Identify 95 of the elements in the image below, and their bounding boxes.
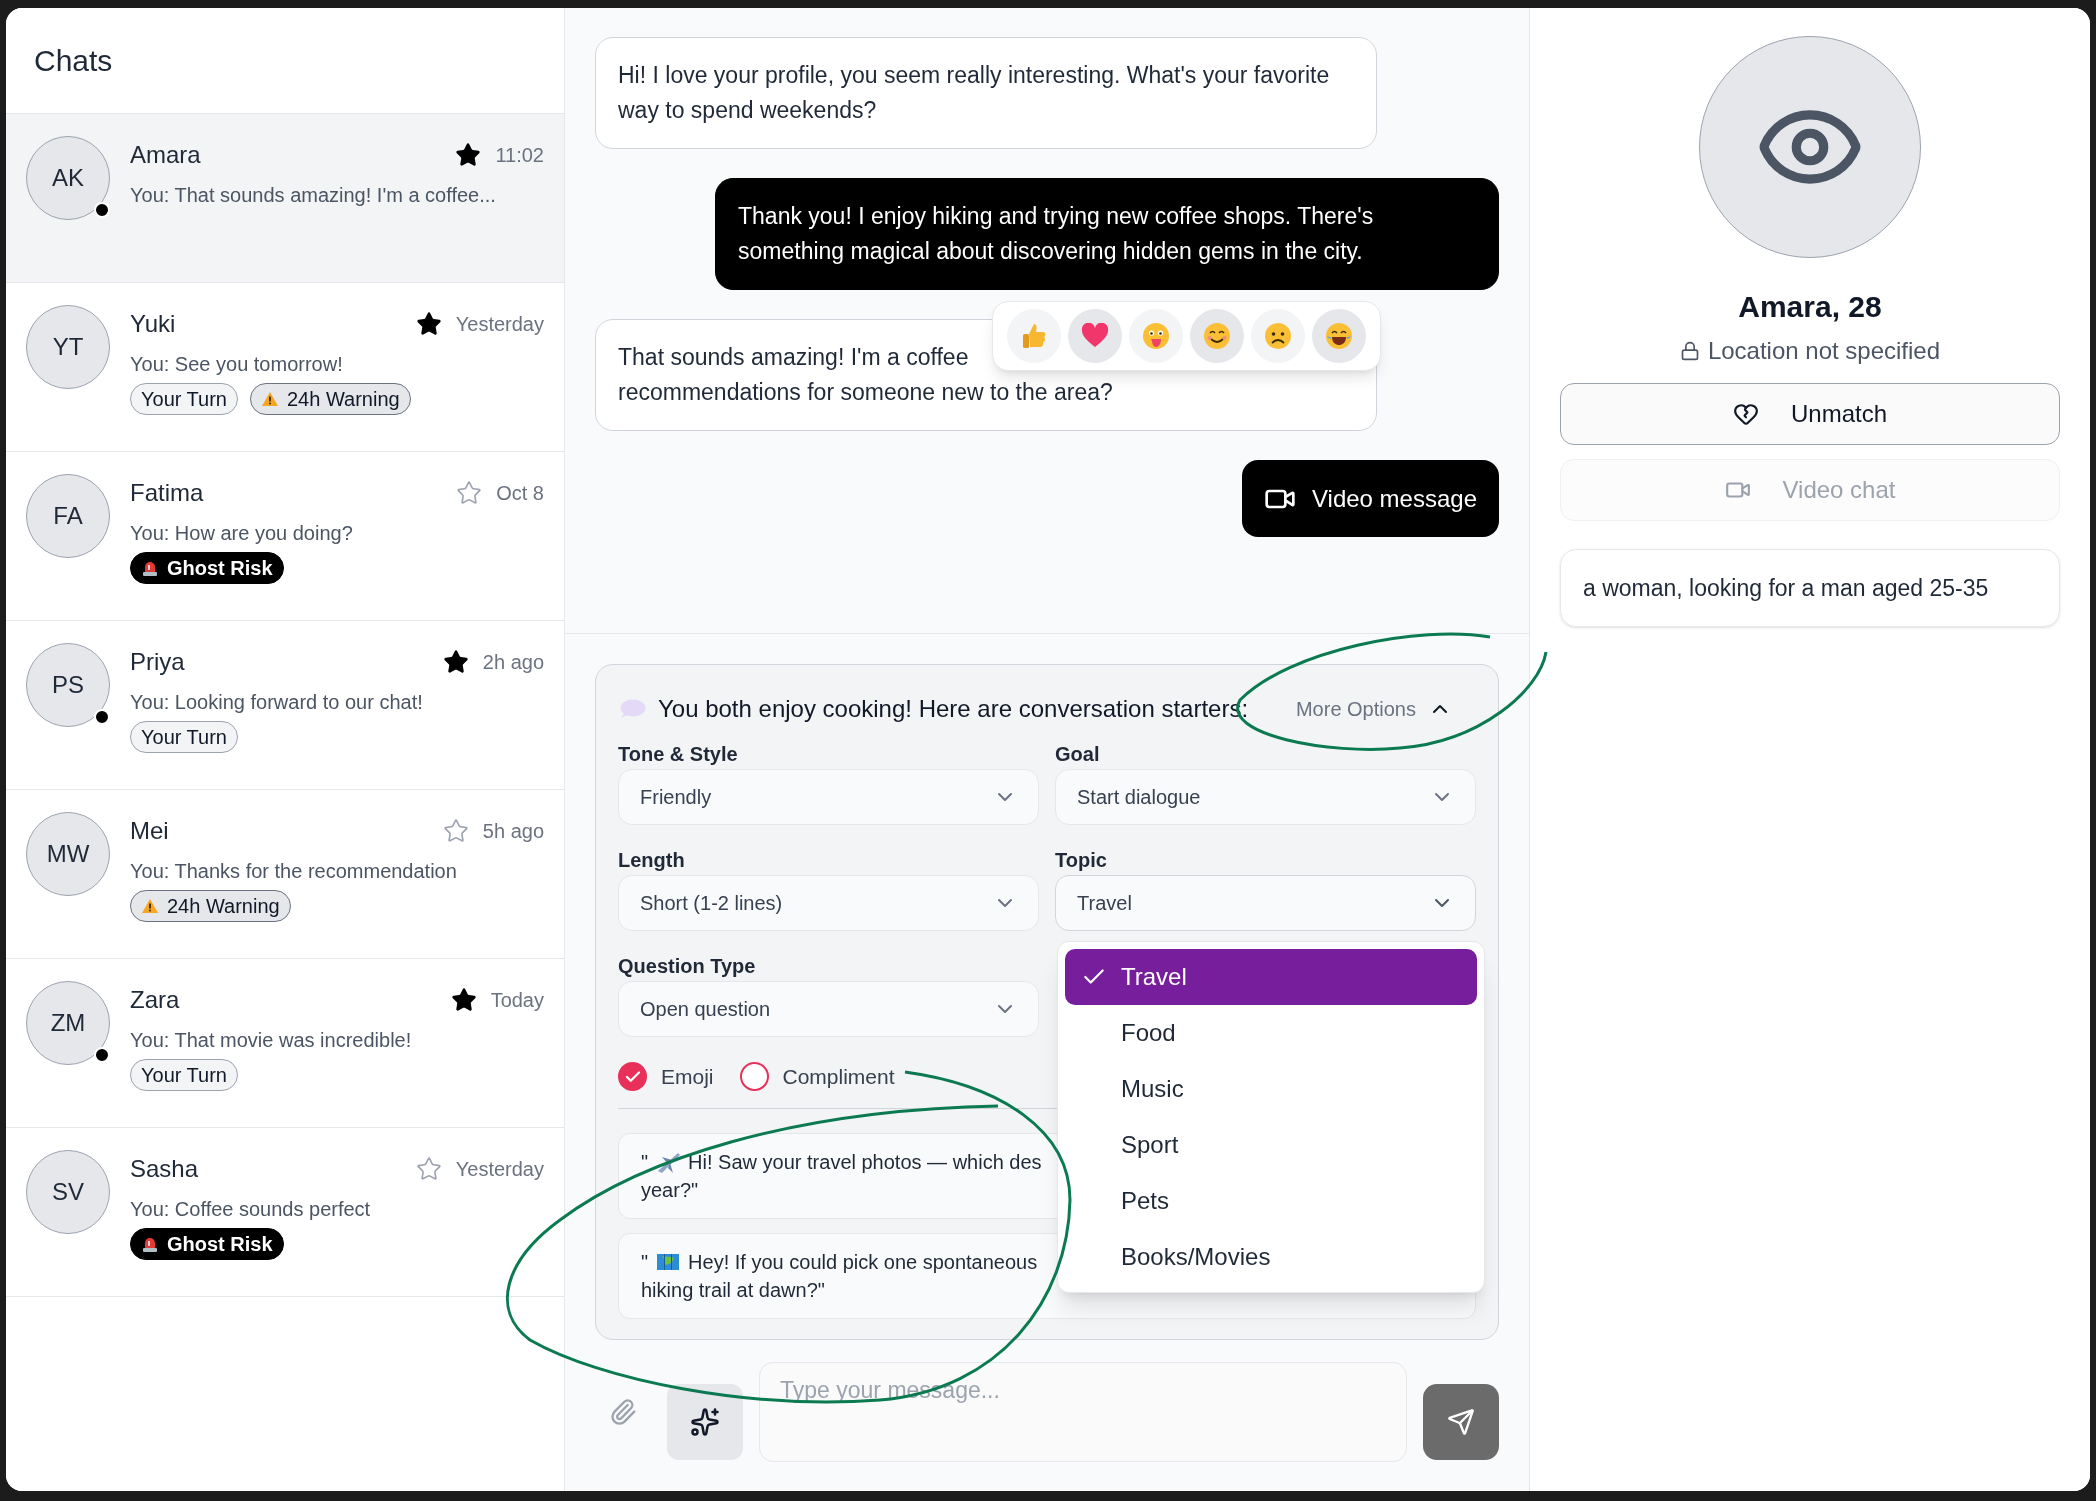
chat-time: 5h ago bbox=[482, 819, 544, 844]
contact-name: Mei bbox=[130, 816, 170, 846]
field-label: Topic bbox=[1055, 848, 1107, 873]
tongue-face-icon bbox=[1142, 322, 1170, 350]
avatar: MW bbox=[26, 812, 110, 896]
contact-name: Priya bbox=[130, 647, 186, 677]
warning-icon bbox=[261, 391, 279, 407]
status-badge: Your Turn bbox=[130, 721, 238, 753]
status-badge: 24h Warning bbox=[250, 383, 411, 415]
select-field[interactable]: Friendly bbox=[618, 769, 1039, 825]
chat-time: 11:02 bbox=[495, 143, 544, 168]
ai-assist-button[interactable] bbox=[667, 1384, 743, 1460]
select-field[interactable]: Travel bbox=[1055, 875, 1476, 931]
sad-face-icon bbox=[1264, 322, 1292, 350]
message-preview: You: See you tomorrow! bbox=[130, 352, 344, 377]
more-options-button[interactable]: More Options bbox=[1295, 694, 1452, 724]
chat-list-item[interactable]: AK Amara 11:02 You: That sounds amazing! I'm a coffee... bbox=[6, 114, 564, 283]
avatar: PS bbox=[26, 643, 110, 727]
warning-icon bbox=[141, 898, 159, 914]
checkbox[interactable] bbox=[739, 1062, 769, 1091]
star-icon[interactable] bbox=[455, 142, 482, 168]
chat-time: Oct 8 bbox=[496, 481, 544, 506]
field-label: Question Type bbox=[618, 954, 756, 979]
heart-icon bbox=[1081, 323, 1109, 349]
checkbox[interactable] bbox=[618, 1062, 647, 1091]
field-label: Goal bbox=[1055, 742, 1100, 767]
message-preview: You: That sounds amazing! I'm a coffee... bbox=[130, 183, 497, 208]
lock-icon bbox=[1679, 341, 1700, 361]
reaction-button[interactable] bbox=[1312, 309, 1366, 363]
message-text: That sounds amazing! I'm a coffee bbox=[618, 343, 969, 372]
unmatch-button[interactable]: Unmatch bbox=[1560, 383, 2060, 445]
sidebar-title: Chats bbox=[34, 43, 113, 79]
smiling-face-icon bbox=[1203, 322, 1231, 350]
contact-name: Zara bbox=[130, 985, 181, 1015]
suggestion-text: year?" bbox=[641, 1178, 699, 1203]
message-preview: You: Looking forward to our chat! bbox=[130, 690, 424, 715]
video-message-button[interactable]: Video message bbox=[1242, 460, 1499, 537]
star-icon[interactable] bbox=[442, 649, 469, 675]
broken-heart-icon bbox=[1732, 401, 1759, 427]
select-field[interactable]: Open question bbox=[618, 981, 1039, 1037]
suggestion-text: hiking trail at dawn?" bbox=[641, 1278, 825, 1303]
message-preview: You: Thanks for the recommendation bbox=[130, 859, 458, 884]
chat-time: 2h ago bbox=[482, 650, 544, 675]
checkbox-label: Emoji bbox=[661, 1063, 714, 1090]
laughing-face-icon bbox=[1325, 322, 1353, 350]
suggestion-text: Hey! If you could pick one spontaneous bbox=[688, 1250, 1038, 1275]
field-label: Length bbox=[618, 848, 685, 873]
sparkles-icon bbox=[690, 1407, 720, 1437]
select-field[interactable]: Start dialogue bbox=[1055, 769, 1476, 825]
message-preview: You: That movie was incredible! bbox=[130, 1028, 413, 1053]
status-badge: Ghost Risk bbox=[130, 552, 284, 584]
quote-mark: " bbox=[641, 1250, 649, 1275]
thumbs-up-icon bbox=[1021, 322, 1047, 350]
status-badge: 24h Warning bbox=[130, 890, 291, 922]
send-icon bbox=[1447, 1408, 1475, 1436]
avatar: YT bbox=[26, 305, 110, 389]
message-text: recommendations for someone new to the area? bbox=[618, 378, 1113, 407]
avatar: SV bbox=[26, 1150, 110, 1234]
chat-time: Yesterday bbox=[455, 312, 544, 337]
star-icon[interactable] bbox=[442, 818, 469, 844]
avatar: AK bbox=[26, 136, 110, 220]
status-badge: Your Turn bbox=[130, 1059, 238, 1091]
speech-bubble-icon bbox=[618, 698, 646, 720]
select-field[interactable]: Short (1-2 lines) bbox=[618, 875, 1039, 931]
contact-name: Sasha bbox=[130, 1154, 200, 1184]
message-preview: You: How are you doing? bbox=[130, 521, 354, 546]
suggestion-text: Hi! Saw your travel photos — which des bbox=[688, 1150, 1042, 1175]
contact-name: Yuki bbox=[130, 309, 177, 339]
dropdown-option[interactable]: Travel bbox=[1065, 949, 1477, 1005]
quote-mark: " bbox=[641, 1150, 649, 1175]
map-icon bbox=[656, 1252, 681, 1272]
contact-name: Amara bbox=[130, 140, 202, 170]
field-label: Tone & Style bbox=[618, 742, 738, 767]
message-bubble: Thank you! I enjoy hiking and trying new coffee shops. There's something magical about discovering hidden gems in the city. bbox=[715, 178, 1499, 290]
message-bubble: Hi! I love your profile, you seem really interesting. What's your favorite way to spend weekends? bbox=[595, 37, 1377, 149]
chat-time: Today bbox=[490, 988, 544, 1013]
contact-name: Fatima bbox=[130, 478, 205, 508]
paperclip-icon bbox=[609, 1398, 637, 1426]
star-icon[interactable] bbox=[415, 311, 442, 337]
star-icon[interactable] bbox=[415, 1156, 442, 1182]
profile-name: Amara, 28 bbox=[1738, 289, 1882, 325]
siren-icon bbox=[141, 1235, 159, 1253]
status-badge: Your Turn bbox=[130, 383, 238, 415]
status-badge: Ghost Risk bbox=[130, 1228, 284, 1260]
profile-location: Location not specified bbox=[1707, 336, 1941, 366]
chat-time: Yesterday bbox=[455, 1157, 544, 1182]
star-icon[interactable] bbox=[456, 480, 483, 506]
avatar: FA bbox=[26, 474, 110, 558]
airplane-icon bbox=[656, 1151, 681, 1173]
siren-icon bbox=[141, 559, 159, 577]
preference-card: a woman, looking for a man aged 25-35 bbox=[1560, 549, 2060, 627]
checkbox-label: Compliment bbox=[782, 1063, 895, 1090]
star-icon[interactable] bbox=[450, 987, 477, 1013]
message-preview: You: Coffee sounds perfect bbox=[130, 1197, 372, 1222]
avatar: ZM bbox=[26, 981, 110, 1065]
